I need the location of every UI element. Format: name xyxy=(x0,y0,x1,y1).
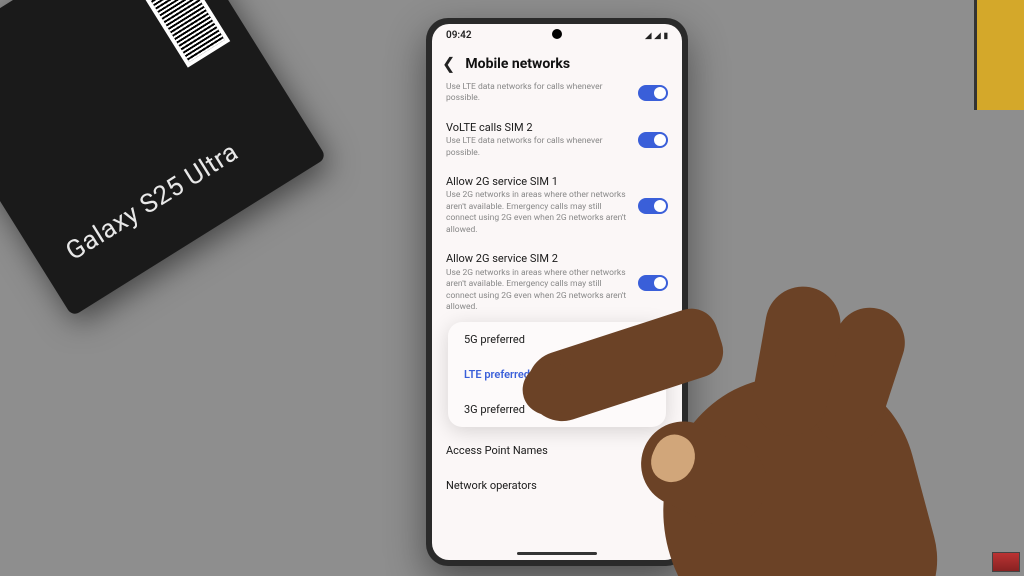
setting-allow2g-sim1[interactable]: Allow 2G service SIM 1 Use 2G networks i… xyxy=(432,167,682,244)
product-box-label: Galaxy S25 Ultra xyxy=(61,137,244,267)
index-finger xyxy=(518,302,730,430)
setting-desc: Use LTE data networks for calls whenever… xyxy=(446,136,630,159)
index-nail xyxy=(525,366,573,414)
battery-icon: ▮ xyxy=(664,31,668,40)
wifi-icon: ◢ xyxy=(645,31,651,40)
status-bar: 09:42 ◢ ◢ ▮ xyxy=(432,24,682,46)
page-header: ❮ Mobile networks xyxy=(432,46,682,81)
channel-badge xyxy=(992,552,1020,572)
status-icons: ◢ ◢ ▮ xyxy=(645,31,668,40)
barcode-sticker xyxy=(124,0,230,68)
toggle-volte-sim1[interactable] xyxy=(638,85,668,101)
toggle-volte-sim2[interactable] xyxy=(638,132,668,148)
setting-desc: Use 2G networks in areas where other net… xyxy=(446,190,630,236)
setting-title: VoLTE calls SIM 2 xyxy=(446,121,630,135)
setting-volte-sim1[interactable]: Use LTE data networks for calls whenever… xyxy=(432,81,682,113)
setting-volte-sim2[interactable]: VoLTE calls SIM 2 Use LTE data networks … xyxy=(432,113,682,167)
setting-desc: Use LTE data networks for calls whenever… xyxy=(446,82,630,105)
setting-title: Allow 2G service SIM 1 xyxy=(446,175,630,189)
camera-hole xyxy=(552,29,562,39)
signal-icon: ◢ xyxy=(654,31,660,40)
hand xyxy=(504,256,924,576)
yellow-object xyxy=(974,0,1024,110)
back-icon[interactable]: ❮ xyxy=(442,54,455,73)
page-title: Mobile networks xyxy=(465,56,570,72)
status-time: 09:42 xyxy=(446,30,472,41)
toggle-allow2g-sim1[interactable] xyxy=(638,198,668,214)
product-box: Galaxy S25 Ultra xyxy=(0,0,327,317)
thumb-nail xyxy=(644,428,702,489)
